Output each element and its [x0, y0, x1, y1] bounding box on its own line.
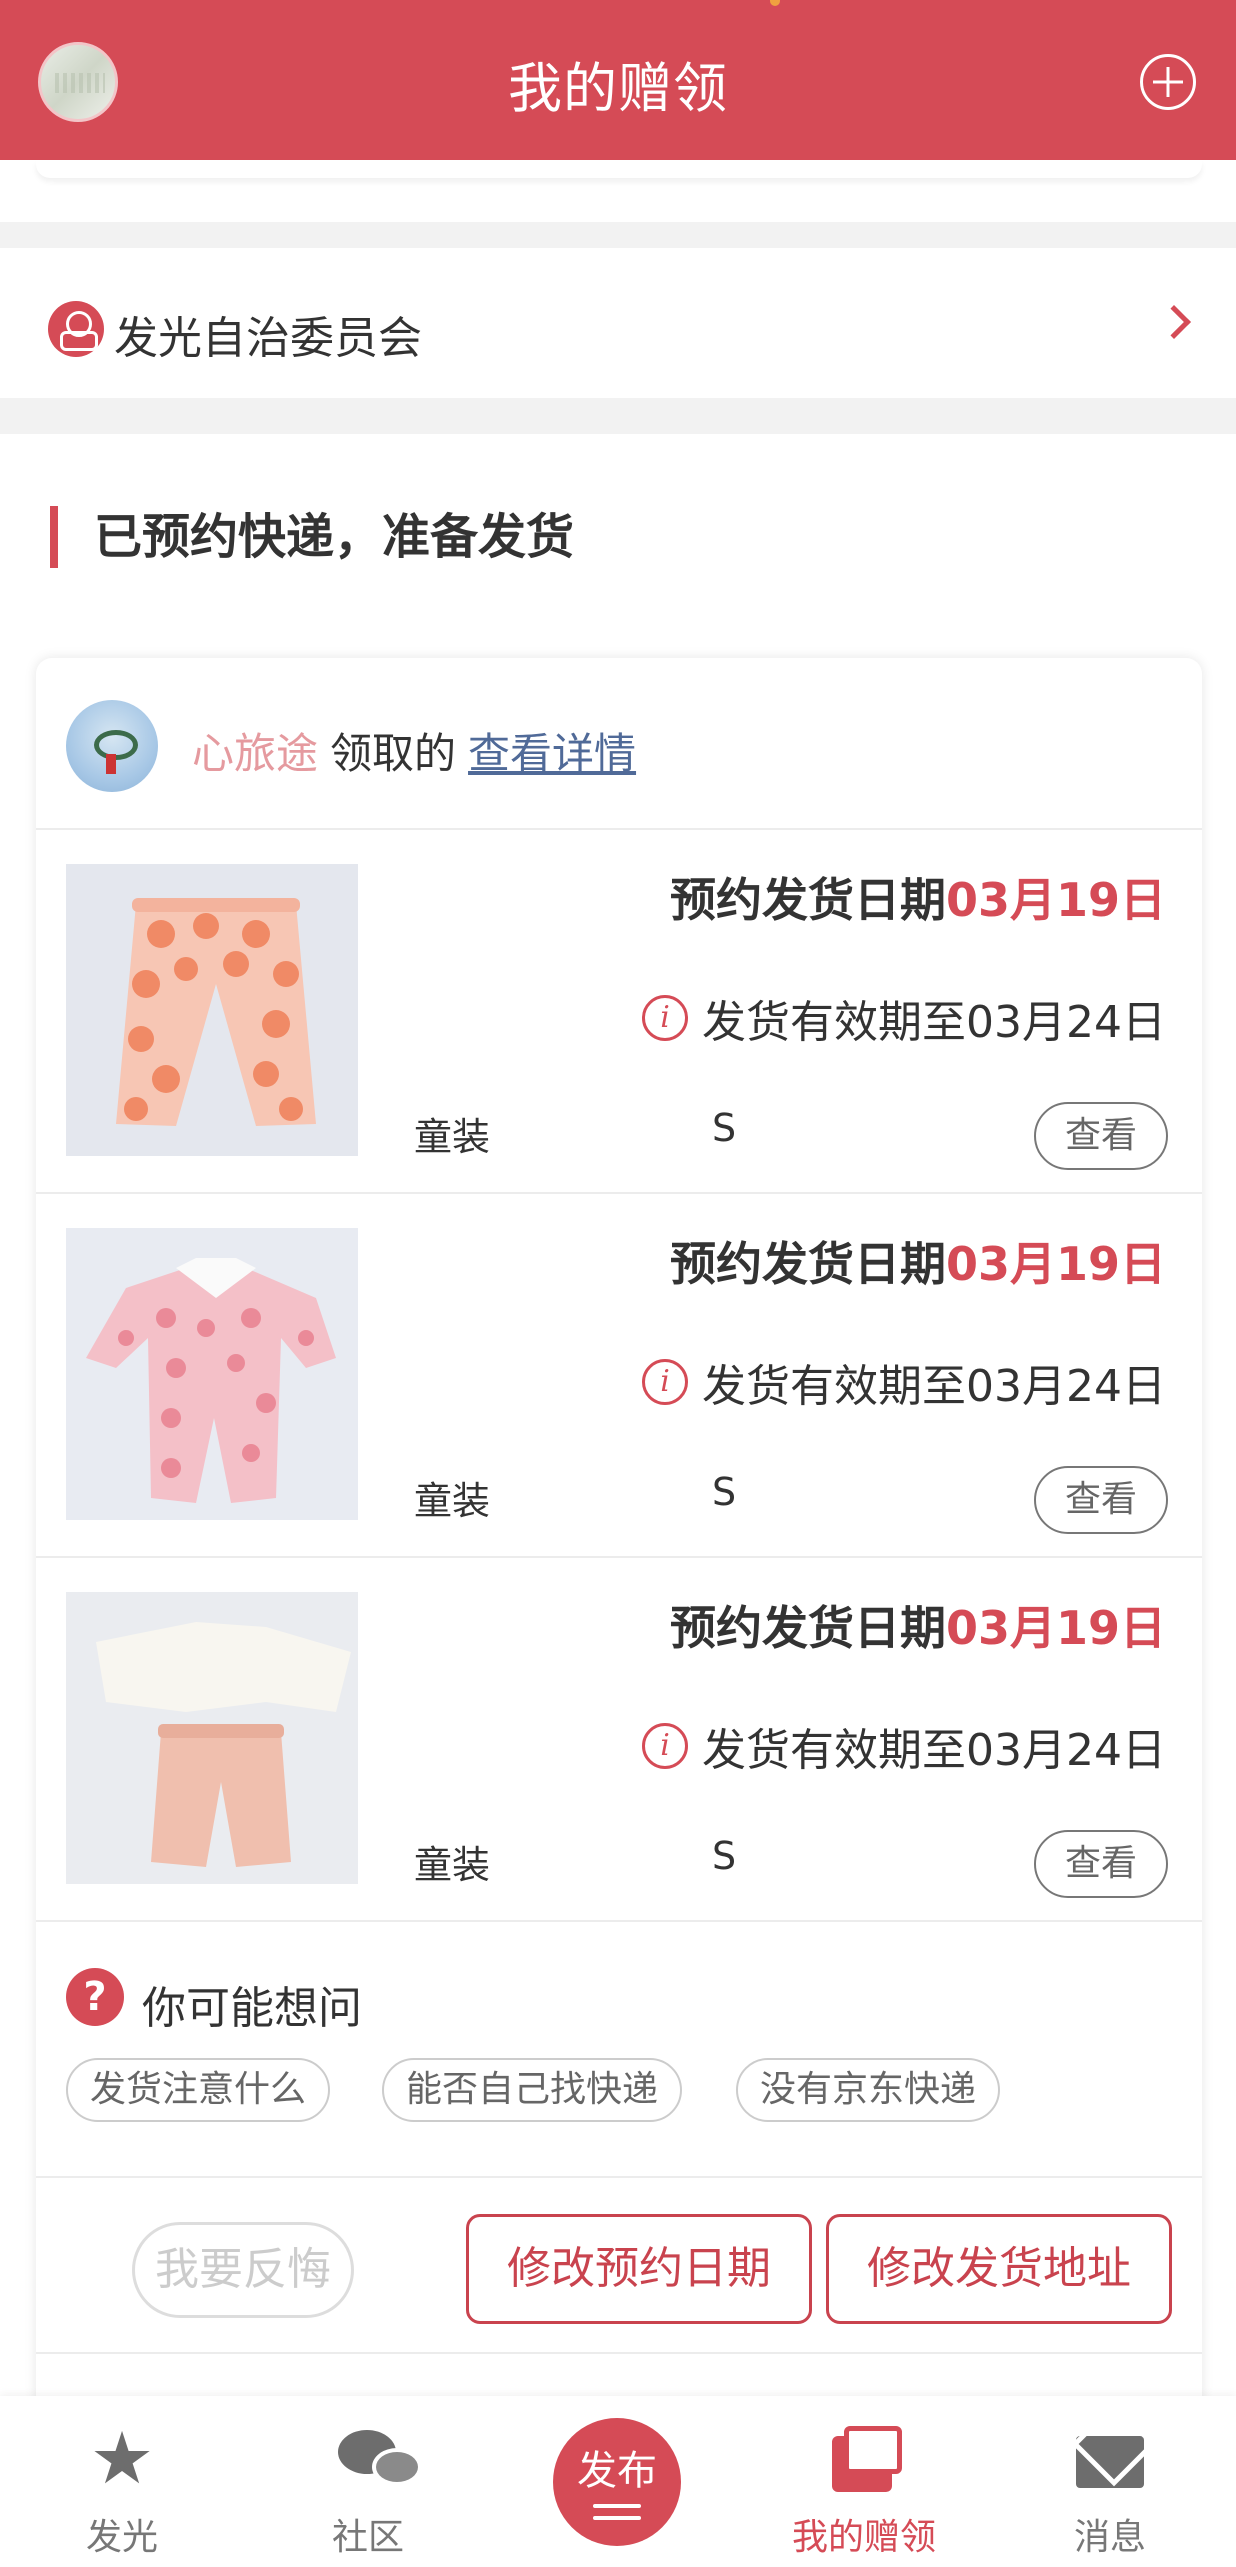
faq-chip[interactable]: 能否自己找快递 [382, 2058, 683, 2122]
ship-valid-until: i 发货有效期至03月24日 [642, 1350, 1166, 1414]
item-row: 预约发货日期03月19日 i 发货有效期至03月24日 童装 S 查看 [36, 830, 1202, 1194]
view-details-link[interactable]: 查看详情 [468, 729, 636, 778]
claimer-avatar[interactable] [66, 700, 158, 792]
tab-label: 社区 [331, 2517, 404, 2558]
bottom-tab-bar: ★ 发光 社区 发布 我的赠领 消息 [0, 2396, 1236, 2567]
tab-glow[interactable]: ★ 发光 [22, 2396, 222, 2567]
item-category: 童装 [414, 1843, 491, 1887]
claimer-row: 心旅途 领取的 查看详情 [36, 658, 1202, 830]
tab-label: 消息 [1073, 2517, 1146, 2558]
claim-card: 心旅途 领取的 查看详情 预约发货日期03月19日 i 发货有效期至03月24日… [36, 658, 1202, 2498]
shipping-section: 已预约快递，准备发货 心旅途 领取的 查看详情 预约发货日期03月19日 i 发… [0, 434, 1236, 2498]
chevron-right-icon [1157, 305, 1191, 339]
faq-section: ? 你可能想问 发货注意什么 能否自己找快递 没有京东快递 [36, 1922, 1202, 2178]
status-dot [770, 0, 780, 6]
view-button[interactable]: 查看 [1034, 1466, 1168, 1534]
claimer-name[interactable]: 心旅途 [192, 729, 318, 778]
info-icon: i [642, 1723, 689, 1769]
add-icon[interactable] [1140, 54, 1196, 110]
tab-my-gifts[interactable]: 我的赠领 [764, 2396, 964, 2567]
item-photo-romper[interactable] [66, 1228, 358, 1520]
item-category: 童装 [414, 1115, 491, 1159]
claim-verb: 领取的 [330, 729, 457, 778]
item-row: 预约发货日期03月19日 i 发货有效期至03月24日 童装 S 查看 [36, 1194, 1202, 1558]
star-icon: ★ [89, 2416, 155, 2500]
ship-valid-until: i 发货有效期至03月24日 [642, 1714, 1166, 1778]
page-title: 我的赠领 [508, 57, 728, 120]
app-header: 我的赠领 [0, 0, 1236, 160]
item-size: S [712, 1834, 737, 1878]
item-photo-set[interactable] [66, 1592, 358, 1884]
tab-label: 我的赠领 [791, 2517, 936, 2558]
faq-chip[interactable]: 发货注意什么 [66, 2058, 331, 2122]
scheduled-ship-date: 预约发货日期03月19日 [669, 1601, 1166, 1655]
scheduled-ship-date: 预约发货日期03月19日 [669, 1237, 1166, 1291]
scheduled-ship-date: 预约发货日期03月19日 [669, 873, 1166, 927]
publish-icon [593, 2504, 641, 2508]
regret-button[interactable]: 我要反悔 [132, 2222, 354, 2318]
faq-title: 你可能想问 [142, 1983, 362, 2034]
item-photo-pants[interactable] [66, 864, 358, 1156]
action-row: 我要反悔 修改预约日期 修改发货地址 [36, 2178, 1202, 2354]
faq-chip[interactable]: 没有京东快递 [736, 2058, 1001, 2122]
committee-icon [48, 301, 104, 357]
item-row: 预约发货日期03月19日 i 发货有效期至03月24日 童装 S 查看 [36, 1558, 1202, 1922]
previous-card-edge [36, 160, 1202, 178]
question-icon: ? [66, 1968, 124, 2026]
view-button[interactable]: 查看 [1034, 1830, 1168, 1898]
info-icon: i [642, 995, 689, 1041]
publish-button[interactable]: 发布 [553, 2418, 681, 2546]
committee-row[interactable]: 发光自治委员会 [0, 248, 1236, 398]
tab-community[interactable]: 社区 [268, 2396, 468, 2567]
info-icon: i [642, 1359, 689, 1405]
item-size: S [712, 1106, 737, 1150]
view-button[interactable]: 查看 [1034, 1102, 1168, 1170]
ship-valid-until: i 发货有效期至03月24日 [642, 986, 1166, 1050]
section-title: 已预约快递，准备发货 [50, 506, 574, 568]
publish-label: 发布 [577, 2448, 657, 2494]
tab-label: 发光 [85, 2517, 158, 2558]
change-address-button[interactable]: 修改发货地址 [826, 2214, 1172, 2324]
item-category: 童装 [414, 1479, 491, 1523]
committee-label: 发光自治委员会 [114, 313, 422, 364]
item-size: S [712, 1470, 737, 1514]
tab-messages[interactable]: 消息 [1010, 2396, 1210, 2567]
change-date-button[interactable]: 修改预约日期 [466, 2214, 812, 2324]
